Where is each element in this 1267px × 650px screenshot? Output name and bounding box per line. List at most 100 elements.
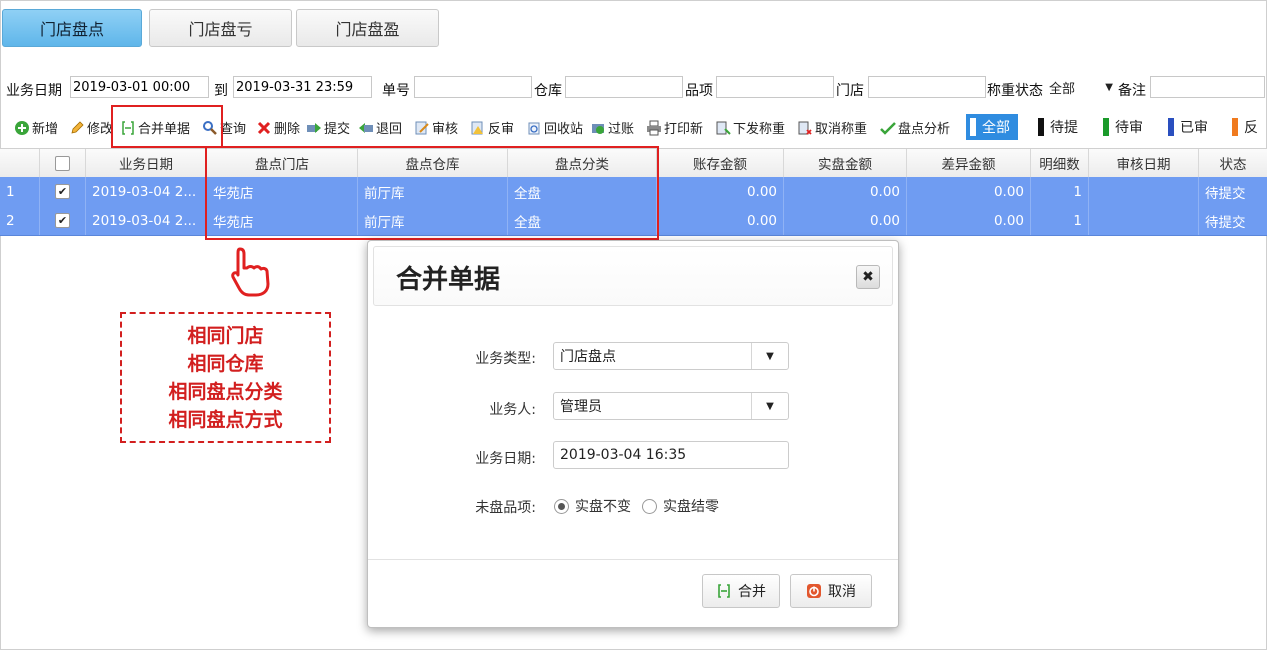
close-icon[interactable]: ✖ xyxy=(856,265,880,289)
cancel-button[interactable]: 取消 xyxy=(790,574,872,608)
delete-icon xyxy=(257,121,271,134)
date-label: 业务日期 xyxy=(6,83,62,99)
module-tabs: 门店盘点 门店盘亏 门店盘盈 xyxy=(0,0,1267,62)
remark-label: 备注 xyxy=(1118,83,1146,99)
power-off-icon xyxy=(807,584,821,598)
submit-icon xyxy=(307,122,321,133)
return-label: 退回 xyxy=(376,122,403,137)
col-actual-amount[interactable]: 实盘金额 xyxy=(784,149,907,177)
status-tab-audited[interactable]: 已审 xyxy=(1168,114,1208,140)
col-audit-date[interactable]: 审核日期 xyxy=(1089,149,1199,177)
cancel-weigh-label: 取消称重 xyxy=(815,122,868,137)
merge-button[interactable]: 合并 xyxy=(702,574,780,608)
status-tab-reversed[interactable]: 反 xyxy=(1232,114,1267,140)
col-diff-amount[interactable]: 差异金额 xyxy=(907,149,1031,177)
tab-store-stocktake[interactable]: 门店盘点 xyxy=(2,9,142,47)
row-checkbox[interactable]: ✔ xyxy=(55,184,70,199)
submit-button[interactable]: 提交 xyxy=(306,118,356,137)
col-detail-count[interactable]: 明细数 xyxy=(1031,149,1089,177)
row-checkbox[interactable]: ✔ xyxy=(55,213,70,228)
row-detail-count: 1 xyxy=(1031,206,1089,235)
stocktake-analysis-label: 盘点分析 xyxy=(898,122,951,137)
business-type-label: 业务类型: xyxy=(475,351,536,367)
to-label: 到 xyxy=(214,83,228,99)
warehouse-input[interactable] xyxy=(565,76,683,98)
row-checkbox-cell[interactable]: ✔ xyxy=(40,206,86,235)
col-book-amount[interactable]: 账存金额 xyxy=(657,149,784,177)
dialog-header: 合并单据 ✖ xyxy=(373,246,893,306)
status-tab-pending-submit[interactable]: 待提 xyxy=(1038,114,1078,140)
business-type-select[interactable]: 门店盘点 ▼ xyxy=(553,342,789,370)
add-icon xyxy=(15,120,29,135)
radio-zero-actual[interactable]: 实盘结零 xyxy=(642,496,719,516)
post-label: 过账 xyxy=(608,122,635,137)
pencil-icon xyxy=(71,120,84,134)
post-button[interactable]: 过账 xyxy=(590,118,646,137)
condition-same-method: 相同盘点方式 xyxy=(168,408,283,431)
row-audit-date xyxy=(1089,177,1199,206)
merge-conditions-note: 相同门店 相同仓库 相同盘点分类 相同盘点方式 xyxy=(120,312,331,443)
row-checkbox-cell[interactable]: ✔ xyxy=(40,177,86,206)
merge-icon xyxy=(718,584,730,598)
row-actual-amount: 0.00 xyxy=(784,177,907,206)
cancel-weigh-button[interactable]: 取消称重 xyxy=(797,118,879,137)
reverse-audit-icon xyxy=(471,121,483,134)
recycle-bin-button[interactable]: 回收站 xyxy=(526,118,590,137)
store-input[interactable] xyxy=(868,76,986,98)
business-date-input[interactable]: 2019-03-04 16:35 xyxy=(553,441,789,469)
stocktake-analysis-button[interactable]: 盘点分析 xyxy=(880,118,962,137)
radio-keep-actual[interactable]: 实盘不变 xyxy=(554,496,631,516)
date-to-input[interactable] xyxy=(233,76,372,98)
edit-label: 修改 xyxy=(87,122,114,137)
return-icon xyxy=(359,122,373,133)
print-button[interactable]: 打印新 xyxy=(646,118,714,137)
status-tab-pending-audit[interactable]: 待审 xyxy=(1103,114,1143,140)
query-label: 查询 xyxy=(220,122,247,137)
tab-store-gain[interactable]: 门店盘盈 xyxy=(296,9,439,47)
row-index: 2 xyxy=(0,206,40,235)
audit-label: 审核 xyxy=(432,122,459,137)
row-book-amount: 0.00 xyxy=(657,177,784,206)
cancel-button-label: 取消 xyxy=(828,584,856,600)
reverse-audit-label: 反审 xyxy=(488,122,515,137)
status-all-marker xyxy=(970,118,976,136)
date-from-input[interactable] xyxy=(70,76,209,98)
order-no-input[interactable] xyxy=(414,76,532,98)
submit-label: 提交 xyxy=(324,122,351,137)
status-tab-all[interactable]: 全部 xyxy=(966,114,1018,140)
col-date[interactable]: 业务日期 xyxy=(86,149,207,177)
weigh-status-value: 全部 xyxy=(1049,81,1076,97)
dispatch-weigh-button[interactable]: 下发称重 xyxy=(715,118,795,137)
condition-same-store: 相同门店 xyxy=(187,324,264,347)
remark-input[interactable] xyxy=(1150,76,1265,98)
status-pending-submit-marker xyxy=(1038,118,1044,136)
merge-button-highlight xyxy=(111,105,223,148)
status-pending-audit-label: 待审 xyxy=(1115,120,1143,136)
business-person-select[interactable]: 管理员 ▼ xyxy=(553,392,789,420)
warehouse-label: 仓库 xyxy=(534,83,562,99)
business-date-label: 业务日期: xyxy=(475,451,536,467)
radio-keep-actual-button[interactable] xyxy=(554,498,569,514)
tab-store-loss[interactable]: 门店盘亏 xyxy=(149,9,292,47)
weigh-status-select[interactable]: 全部 ▼ xyxy=(1049,76,1119,98)
status-audited-label: 已审 xyxy=(1180,120,1208,136)
return-button[interactable]: 退回 xyxy=(358,118,413,137)
radio-zero-actual-button[interactable] xyxy=(642,498,657,514)
delete-button[interactable]: 删除 xyxy=(256,118,306,137)
row-audit-date xyxy=(1089,206,1199,235)
audit-button[interactable]: 审核 xyxy=(414,118,468,137)
radio-zero-actual-label: 实盘结零 xyxy=(663,499,719,515)
col-status[interactable]: 状态 xyxy=(1199,149,1267,177)
status-reversed-label: 反 xyxy=(1244,120,1258,136)
add-button[interactable]: 新增 xyxy=(14,118,69,137)
select-all-checkbox[interactable] xyxy=(55,155,70,171)
row-index: 1 xyxy=(0,177,40,206)
status-pending-audit-marker xyxy=(1103,118,1109,136)
item-input[interactable] xyxy=(716,76,834,98)
chevron-down-icon[interactable]: ▼ xyxy=(751,343,788,369)
col-select-all[interactable] xyxy=(40,149,86,177)
chevron-down-icon[interactable]: ▼ xyxy=(751,393,788,419)
reverse-audit-button[interactable]: 反审 xyxy=(470,118,524,137)
post-icon xyxy=(592,123,604,134)
row-actual-amount: 0.00 xyxy=(784,206,907,235)
